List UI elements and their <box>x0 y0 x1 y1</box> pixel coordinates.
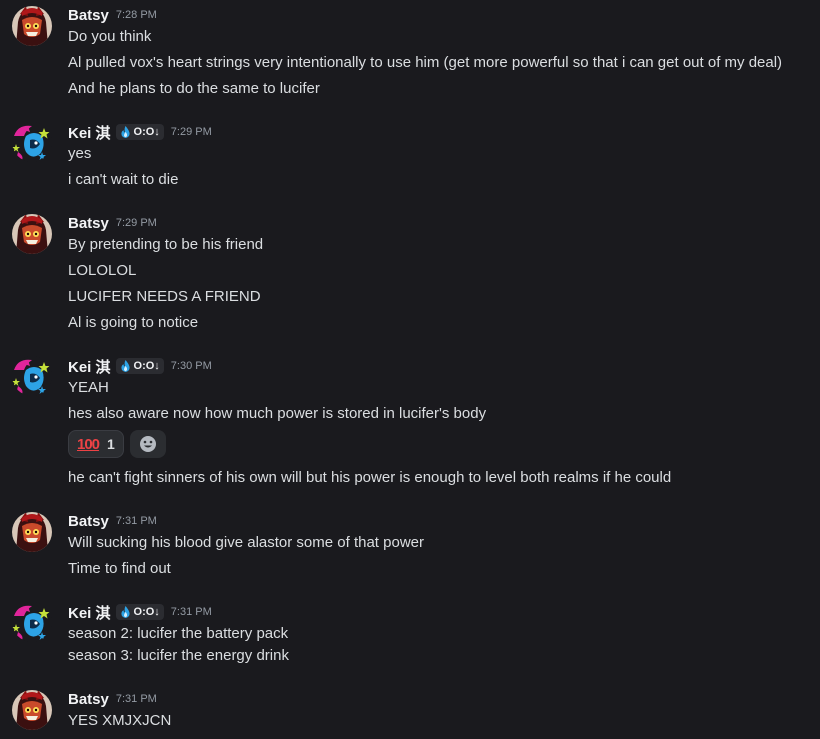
message-header: Batsy 7:31 PM <box>68 689 157 709</box>
username[interactable]: Batsy <box>68 7 109 24</box>
username[interactable]: Batsy <box>68 513 109 530</box>
batsy-avatar-icon[interactable] <box>12 214 52 254</box>
flame-icon <box>120 126 131 138</box>
timestamp[interactable]: 7:30 PM <box>171 360 212 372</box>
message-header: Kei 淇 O:O↓ 7:31 PM <box>68 602 212 622</box>
username[interactable]: Kei 淇 <box>68 602 111 623</box>
timestamp[interactable]: 7:31 PM <box>171 606 212 618</box>
hundred-points-icon: 100 <box>77 435 100 453</box>
message-text: LUCIFER NEEDS A FRIEND <box>68 288 261 305</box>
guild-tag[interactable]: O:O↓ <box>115 358 164 374</box>
kei-avatar-icon[interactable] <box>12 356 52 396</box>
timestamp[interactable]: 7:31 PM <box>116 515 157 527</box>
message-header: Kei 淇 O:O↓ 7:29 PM <box>68 122 212 142</box>
message-text: yes <box>68 145 92 162</box>
reaction-bar: 100 1 <box>68 430 166 458</box>
username[interactable]: Batsy <box>68 691 109 708</box>
timestamp[interactable]: 7:28 PM <box>116 9 157 21</box>
message-text: season 3: lucifer the energy drink <box>68 647 289 664</box>
username[interactable]: Kei 淇 <box>68 356 111 377</box>
message-header: Batsy 7:29 PM <box>68 213 157 233</box>
message-text: By pretending to be his friend <box>68 236 264 253</box>
message-text: i can't wait to die <box>68 171 179 188</box>
guild-tag-label: O:O↓ <box>133 360 160 372</box>
message-text: hes also aware now how much power is sto… <box>68 405 487 422</box>
chat-message-list: Batsy 7:28 PM Do you think Al pulled vox… <box>0 0 820 739</box>
message-header: Kei 淇 O:O↓ 7:30 PM <box>68 356 212 376</box>
kei-avatar-icon[interactable] <box>12 602 52 642</box>
batsy-avatar-icon[interactable] <box>12 512 52 552</box>
message-text: YEAH <box>68 379 109 396</box>
message-text: Do you think <box>68 28 152 45</box>
guild-tag[interactable]: O:O↓ <box>115 124 164 140</box>
kei-avatar-icon[interactable] <box>12 122 52 162</box>
guild-tag-label: O:O↓ <box>133 606 160 618</box>
message-text: Time to find out <box>68 560 171 577</box>
add-reaction-icon <box>139 436 156 452</box>
message-text: Al is going to notice <box>68 314 199 331</box>
flame-icon <box>120 360 131 372</box>
flame-icon <box>120 606 131 618</box>
message-text: And he plans to do the same to lucifer <box>68 80 320 97</box>
message-header: Batsy 7:31 PM <box>68 511 157 531</box>
reaction-button[interactable]: 100 1 <box>68 430 124 458</box>
timestamp[interactable]: 7:29 PM <box>116 217 157 229</box>
username[interactable]: Batsy <box>68 215 109 232</box>
timestamp[interactable]: 7:29 PM <box>171 126 212 138</box>
username[interactable]: Kei 淇 <box>68 122 111 143</box>
message-text: YES XMJXJCN <box>68 712 172 729</box>
timestamp[interactable]: 7:31 PM <box>116 693 157 705</box>
reaction-count: 1 <box>107 436 115 452</box>
batsy-avatar-icon[interactable] <box>12 690 52 730</box>
batsy-avatar-icon[interactable] <box>12 6 52 46</box>
message-text: he can't fight sinners of his own will b… <box>68 469 672 486</box>
guild-tag[interactable]: O:O↓ <box>115 604 164 620</box>
message-text: Will sucking his blood give alastor some… <box>68 534 425 551</box>
message-text: Al pulled vox's heart strings very inten… <box>68 54 783 71</box>
message-text: LOLOLOL <box>68 262 137 279</box>
guild-tag-label: O:O↓ <box>133 126 160 138</box>
add-reaction-button[interactable] <box>129 430 166 458</box>
message-header: Batsy 7:28 PM <box>68 5 157 25</box>
message-text: season 2: lucifer the battery pack <box>68 625 289 642</box>
